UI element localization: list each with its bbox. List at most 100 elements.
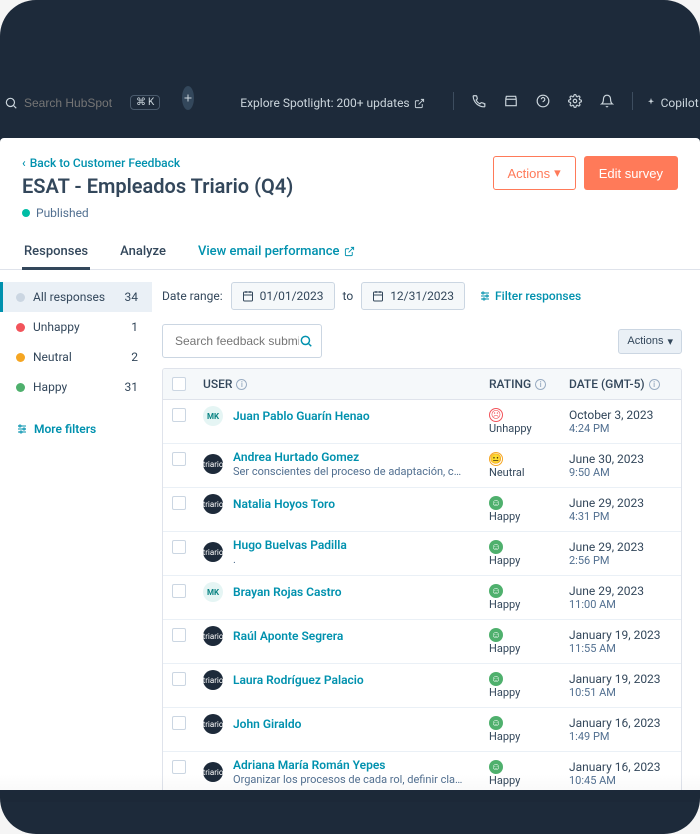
filter-responses-link[interactable]: Filter responses xyxy=(479,289,581,303)
date-from-input[interactable]: 01/01/2023 xyxy=(231,282,335,310)
user-name-link[interactable]: Andrea Hurtado Gomez xyxy=(233,450,463,464)
dot-icon xyxy=(16,353,25,362)
external-link-icon xyxy=(344,246,355,257)
rating-label: Happy xyxy=(489,598,520,611)
marketplace-icon[interactable] xyxy=(504,94,518,108)
status-badge: Published xyxy=(36,206,89,220)
smile-icon: ☺ xyxy=(489,584,503,598)
row-avatar: MK xyxy=(203,582,223,602)
dot-icon xyxy=(16,323,25,332)
date-value: January 19, 2023 xyxy=(569,672,661,686)
table-row[interactable]: triario Natalia Hoyos Toro ☺ Happy June … xyxy=(163,488,681,532)
smile-icon: ☺ xyxy=(489,672,503,686)
more-filters-link[interactable]: More filters xyxy=(0,402,152,444)
filter-neutral[interactable]: Neutral 2 xyxy=(0,342,152,372)
table-row[interactable]: triario Hugo Buelvas Padilla . ☺ Happy J… xyxy=(163,532,681,576)
row-avatar: triario xyxy=(203,454,223,474)
filter-sidebar: All responses 34 Unhappy 1 Neutral 2 Hap… xyxy=(0,270,152,790)
table-row[interactable]: MK Brayan Rojas Castro ☺ Happy June 29, … xyxy=(163,576,681,620)
time-value: 11:55 AM xyxy=(569,642,661,655)
table-actions-button[interactable]: Actions ▾ xyxy=(618,329,682,354)
back-link[interactable]: ‹ Back to Customer Feedback xyxy=(22,156,293,170)
help-icon[interactable] xyxy=(536,94,550,108)
col-header-date[interactable]: DATE (GMT-5)i xyxy=(561,369,681,399)
user-name-link[interactable]: Raúl Aponte Segrera xyxy=(233,629,343,643)
search-icon xyxy=(4,96,18,110)
row-avatar: MK xyxy=(203,406,223,426)
user-name-link[interactable]: Natalia Hoyos Toro xyxy=(233,497,335,511)
filter-all-responses[interactable]: All responses 34 xyxy=(0,282,152,312)
row-checkbox[interactable] xyxy=(172,408,186,422)
user-name-link[interactable]: Hugo Buelvas Padilla xyxy=(233,538,347,552)
copilot-button[interactable]: Copilot xyxy=(645,96,699,110)
explore-spotlight-link[interactable]: Explore Spotlight: 200+ updates xyxy=(240,96,424,110)
row-checkbox[interactable] xyxy=(172,496,186,510)
user-name-link[interactable]: John Giraldo xyxy=(233,717,301,731)
row-checkbox[interactable] xyxy=(172,716,186,730)
date-value: January 16, 2023 xyxy=(569,716,661,730)
table-row[interactable]: triario Raúl Aponte Segrera ☺ Happy Janu… xyxy=(163,620,681,664)
user-name-link[interactable]: Juan Pablo Guarín Henao xyxy=(233,409,370,423)
time-value: 10:51 AM xyxy=(569,686,661,699)
dot-icon xyxy=(16,293,25,302)
info-icon: i xyxy=(535,379,546,390)
row-checkbox[interactable] xyxy=(172,760,186,774)
phone-icon[interactable] xyxy=(472,94,486,108)
sliders-icon xyxy=(479,290,491,302)
row-checkbox[interactable] xyxy=(172,628,186,642)
actions-menu-button[interactable]: Actions ▾ xyxy=(493,156,576,190)
tab-responses[interactable]: Responses xyxy=(22,234,90,269)
user-name-link[interactable]: Adriana María Román Yepes xyxy=(233,758,463,772)
rating-label: Happy xyxy=(489,730,520,743)
user-name-link[interactable]: Laura Rodríguez Palacio xyxy=(233,673,364,687)
feedback-preview: . xyxy=(233,553,347,566)
edit-survey-button[interactable]: Edit survey xyxy=(584,156,678,190)
col-header-user[interactable]: USERi xyxy=(195,369,481,399)
smile-icon: ☺ xyxy=(489,628,503,642)
date-value: June 29, 2023 xyxy=(569,584,644,598)
tab-analyze[interactable]: Analyze xyxy=(118,234,168,269)
row-checkbox[interactable] xyxy=(172,584,186,598)
date-range-label: Date range: xyxy=(162,289,223,303)
status-dot-icon xyxy=(22,209,30,217)
bell-icon[interactable] xyxy=(600,94,614,108)
search-icon xyxy=(299,334,313,348)
user-name-link[interactable]: Brayan Rojas Castro xyxy=(233,585,342,599)
rating-label: Happy xyxy=(489,642,520,655)
tabs: Responses Analyze View email performance xyxy=(0,220,700,270)
smile-icon: ☺ xyxy=(489,716,503,730)
row-checkbox[interactable] xyxy=(172,540,186,554)
global-create-button[interactable] xyxy=(182,86,194,110)
global-search-input[interactable] xyxy=(24,96,124,110)
table-row[interactable]: MK Juan Pablo Guarín Henao ☹ Unhappy Oct… xyxy=(163,400,681,444)
smile-icon: ☺ xyxy=(489,760,503,774)
kbd-shortcut: ⌘K xyxy=(130,95,160,110)
filter-unhappy[interactable]: Unhappy 1 xyxy=(0,312,152,342)
feedback-search[interactable] xyxy=(162,324,322,358)
date-to-input[interactable]: 12/31/2023 xyxy=(361,282,465,310)
external-link-icon xyxy=(414,98,425,109)
row-avatar: triario xyxy=(203,626,223,646)
topbar-icons xyxy=(453,92,633,110)
row-avatar: triario xyxy=(203,670,223,690)
frown-icon: ☹ xyxy=(489,408,503,422)
row-checkbox[interactable] xyxy=(172,452,186,466)
feedback-preview: Ser conscientes del proceso de adaptació… xyxy=(233,465,463,478)
tab-email-performance[interactable]: View email performance xyxy=(196,234,357,269)
feedback-search-input[interactable] xyxy=(175,334,299,348)
col-header-rating[interactable]: RATINGi xyxy=(481,369,561,399)
global-search[interactable]: ⌘K xyxy=(0,95,160,110)
select-all-checkbox[interactable] xyxy=(172,377,186,391)
date-value: October 3, 2023 xyxy=(569,408,653,422)
table-row[interactable]: triario Laura Rodríguez Palacio ☺ Happy … xyxy=(163,664,681,708)
time-value: 2:56 PM xyxy=(569,554,644,567)
time-value: 11:00 AM xyxy=(569,598,644,611)
filter-happy[interactable]: Happy 31 xyxy=(0,372,152,402)
rating-label: Happy xyxy=(489,686,520,699)
date-value: January 19, 2023 xyxy=(569,628,661,642)
gear-icon[interactable] xyxy=(568,94,582,108)
table-row[interactable]: triario Andrea Hurtado Gomez Ser conscie… xyxy=(163,444,681,488)
table-row[interactable]: triario John Giraldo ☺ Happy January 16,… xyxy=(163,708,681,752)
row-avatar: triario xyxy=(203,494,223,514)
row-checkbox[interactable] xyxy=(172,672,186,686)
